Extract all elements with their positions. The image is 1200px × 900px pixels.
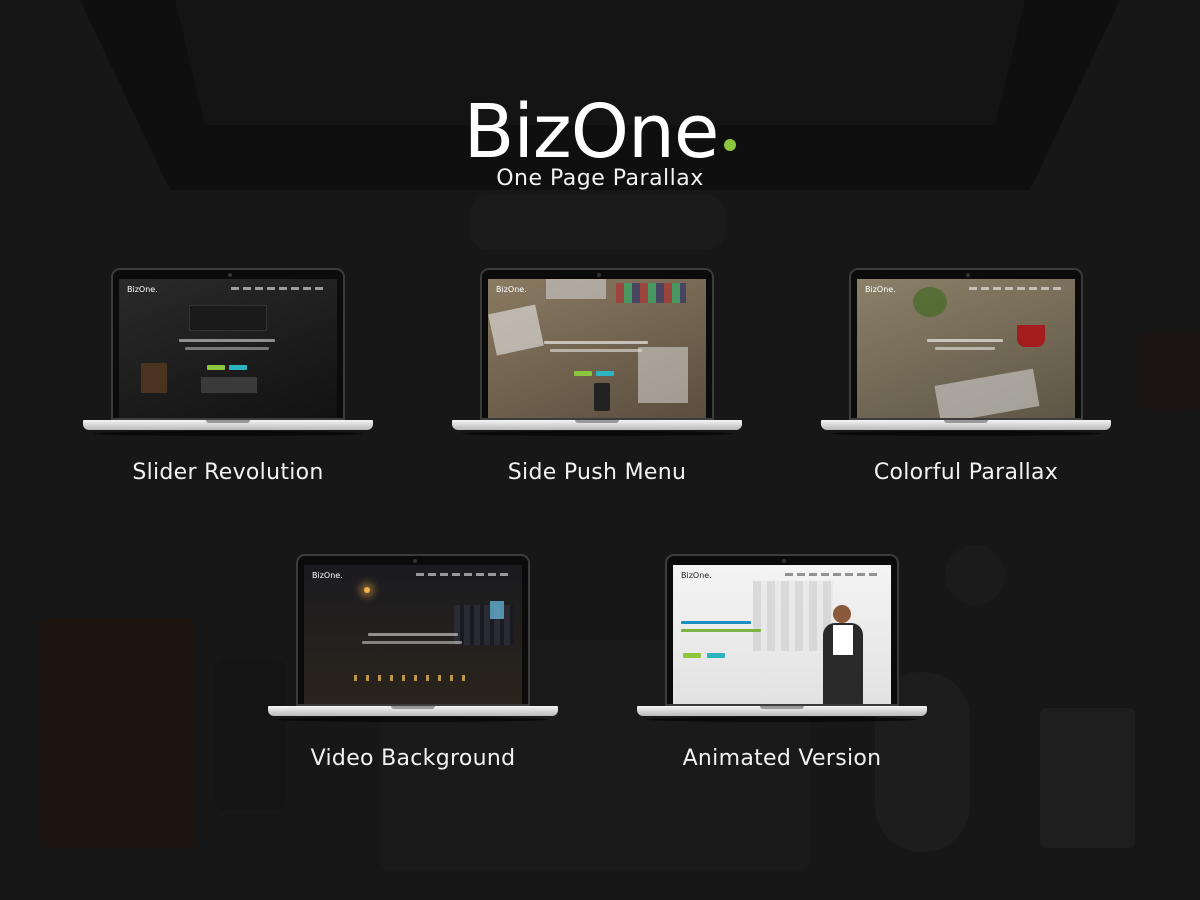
screen-preview: BizOne. [857, 279, 1075, 418]
laptop-mockup: BizOne. [83, 268, 373, 436]
demo-label[interactable]: Video Background [228, 746, 598, 771]
camera-icon [597, 273, 601, 277]
laptop-mockup: BizOne. [821, 268, 1111, 436]
brand-header: BizOne [0, 92, 1200, 172]
demo-label[interactable]: Side Push Menu [412, 460, 782, 485]
camera-icon [228, 273, 232, 277]
brand-dot-icon [724, 139, 737, 151]
laptop-mockup: BizOne. [268, 554, 558, 722]
demo-label[interactable]: Colorful Parallax [781, 460, 1151, 485]
camera-icon [782, 559, 786, 563]
demo-label[interactable]: Slider Revolution [43, 460, 413, 485]
laptop-mockup: BizOne. [637, 554, 927, 722]
demo-label[interactable]: Animated Version [597, 746, 967, 771]
brand-title-text: BizOne [463, 89, 720, 175]
camera-icon [966, 273, 970, 277]
laptop-mockup: BizOne. [452, 268, 742, 436]
screen-preview: BizOne. [304, 565, 522, 704]
screen-preview: BizOne. [673, 565, 891, 704]
brand-title: BizOne [464, 92, 737, 172]
camera-icon [413, 559, 417, 563]
screen-preview: BizOne. [119, 279, 337, 418]
screen-preview: BizOne. [488, 279, 706, 418]
brand-tagline: One Page Parallax [496, 166, 704, 191]
